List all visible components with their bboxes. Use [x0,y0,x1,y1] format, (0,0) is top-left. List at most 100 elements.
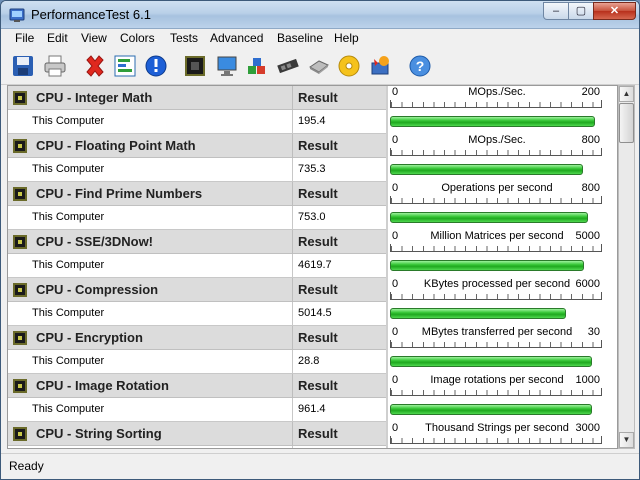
menu-advanced[interactable]: Advanced [210,31,263,45]
test-name: CPU - SSE/3DNow! [36,234,154,249]
menu-view[interactable]: View [81,31,107,45]
results-panel[interactable]: CPU - Integer Math Result 0 MOps./Sec. 200 Th… [7,85,618,449]
scale-header: 0 Million Matrices per second 5000 [388,230,606,254]
result-bar [390,212,588,223]
scroll-down-button[interactable]: ▼ [619,432,634,448]
result-row[interactable]: This Computer 28.8 [8,350,386,374]
menu-colors[interactable]: Colors [120,31,155,45]
memory-icon[interactable] [274,52,302,80]
title-bar[interactable]: PerformanceTest 6.1 – ▢ ✕ [1,1,639,29]
result-value: 4619.7 [292,254,386,278]
scale-unit: MOps./Sec. [468,134,526,146]
app-icon [9,8,25,22]
close-button[interactable]: ✕ [593,2,636,20]
result-column-header: Result [292,422,386,446]
test-header-row[interactable]: CPU - SSE/3DNow! Result [8,230,386,254]
monitor-icon[interactable] [213,52,241,80]
result-bar-cell [388,446,606,448]
test-name: CPU - Compression [36,282,159,297]
cubes-icon[interactable] [243,52,271,80]
scale-ticks [390,148,602,156]
scale-max: 6000 [575,278,600,290]
result-value: 961.4 [292,398,386,422]
toolbar: ? [1,49,639,85]
maximize-button[interactable]: ▢ [568,2,594,20]
system-name: This Computer [32,115,105,127]
scroll-thumb[interactable] [619,103,634,143]
result-value: 195.4 [292,110,386,134]
scale-unit: Operations per second [441,182,553,194]
scale-unit: Image rotations per second [430,374,564,386]
column-divider[interactable] [386,86,388,448]
scale-ticks [390,388,602,396]
scale-max: 800 [581,182,600,194]
scale-unit: Million Matrices per second [430,230,564,242]
result-row[interactable]: This Computer 961.4 [8,398,386,422]
scale-max: 3000 [575,422,600,434]
vertical-scrollbar[interactable]: ▲ ▼ [618,85,635,449]
scale-ticks [390,292,602,300]
result-bar [390,116,595,127]
result-bar-cell [388,398,606,422]
print-icon[interactable] [41,52,69,80]
scroll-up-button[interactable]: ▲ [619,86,634,102]
menu-tests[interactable]: Tests [170,31,198,45]
minimize-button[interactable]: – [543,2,569,20]
test-header-row[interactable]: CPU - Encryption Result [8,326,386,350]
result-row[interactable]: This Computer 195.4 [8,110,386,134]
result-column-header: Result [292,326,386,350]
system-name: This Computer [32,307,105,319]
scale-ticks [390,244,602,252]
advanced-icon[interactable] [366,52,394,80]
test-header-row[interactable]: CPU - Floating Point Math Result [8,134,386,158]
graph-icon[interactable] [111,52,139,80]
result-row[interactable]: This Computer 4619.7 [8,254,386,278]
scale-header: 0 Image rotations per second 1000 [388,374,606,398]
result-bar [390,356,592,367]
system-name: This Computer [32,211,105,223]
test-header-row[interactable]: CPU - Find Prime Numbers Result [8,182,386,206]
result-bar-cell [388,302,606,326]
test-header-row[interactable]: CPU - String Sorting Result [8,422,386,446]
result-value [292,446,386,448]
test-header-row[interactable]: CPU - Image Rotation Result [8,374,386,398]
disk-icon[interactable] [305,52,333,80]
result-row[interactable]: This Computer 735.3 [8,158,386,182]
cd-icon[interactable] [335,52,363,80]
cpu-chip-icon [13,139,27,153]
scale-header: 0 MOps./Sec. 200 [388,86,606,110]
menu-help[interactable]: Help [334,31,359,45]
test-name: CPU - String Sorting [36,426,162,441]
cpu-chip-icon [13,427,27,441]
help-icon[interactable]: ? [406,52,434,80]
window-title: PerformanceTest 6.1 [31,7,151,22]
save-icon[interactable] [9,52,37,80]
system-name: This Computer [32,355,105,367]
scale-ticks [390,100,602,108]
result-column-header: Result [292,134,386,158]
system-name: This Computer [32,163,105,175]
cpu-chip-icon [13,235,27,249]
svg-text:?: ? [416,58,425,74]
scale-ticks [390,436,602,444]
info-icon[interactable] [142,52,170,80]
scale-max: 1000 [575,374,600,386]
result-value: 28.8 [292,350,386,374]
result-column-header: Result [292,230,386,254]
result-column-header: Result [292,278,386,302]
delete-icon[interactable] [81,52,109,80]
menu-baseline[interactable]: Baseline [277,31,323,45]
scale-max: 30 [587,326,600,338]
menu-file[interactable]: File [15,31,34,45]
test-header-row[interactable]: CPU - Integer Math Result [8,86,386,110]
result-column-header: Result [292,86,386,110]
result-row[interactable]: This Computer 753.0 [8,206,386,230]
result-bar-cell [388,254,606,278]
cpu-chip-icon [13,331,27,345]
result-bar-cell [388,350,606,374]
test-header-row[interactable]: CPU - Compression Result [8,278,386,302]
menu-edit[interactable]: Edit [47,31,68,45]
stop-icon[interactable] [181,52,209,80]
result-row[interactable]: This Computer [8,446,386,448]
result-row[interactable]: This Computer 5014.5 [8,302,386,326]
